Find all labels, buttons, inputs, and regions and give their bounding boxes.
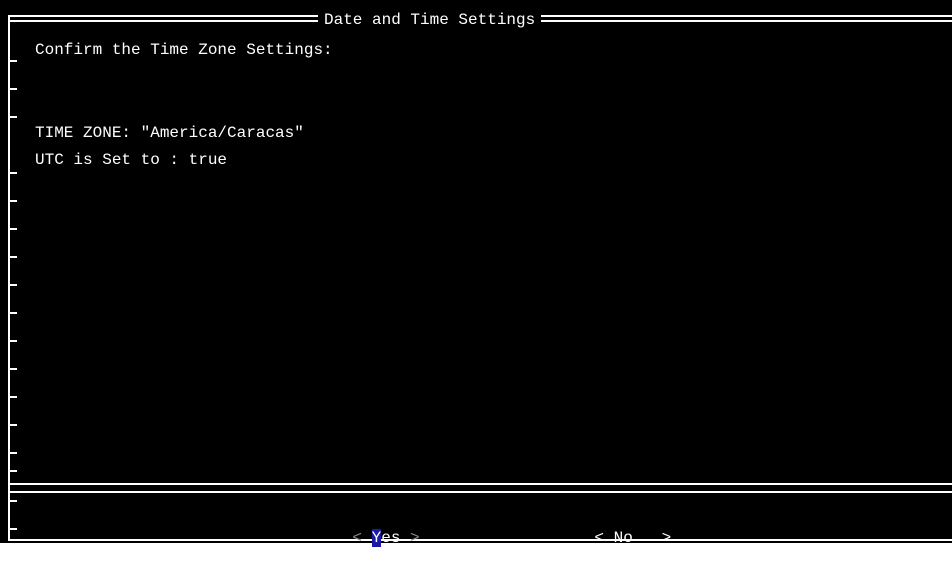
yes-button-close-bracket: > <box>400 529 420 547</box>
frame-left-line <box>8 15 10 541</box>
frame-tick <box>8 500 17 502</box>
frame-tick <box>8 528 17 530</box>
time-zone-value: TIME ZONE: "America/Caracas" <box>35 124 304 142</box>
frame-tick <box>8 228 17 230</box>
frame-tick <box>8 116 17 118</box>
button-area-separator-inner <box>8 491 952 493</box>
no-button-label: o <box>623 529 653 547</box>
no-button-close-bracket: > <box>652 529 672 547</box>
frame-tick <box>8 368 17 370</box>
dialog-title: Date and Time Settings <box>318 10 542 30</box>
yes-button-hotkey: Y <box>371 529 382 547</box>
frame-tick <box>8 200 17 202</box>
frame-tick <box>8 88 17 90</box>
no-button-open-bracket: < <box>594 529 614 547</box>
utc-setting-value: UTC is Set to : true <box>35 151 228 169</box>
frame-tick <box>8 60 17 62</box>
frame-tick <box>8 424 17 426</box>
frame-tick <box>8 470 17 472</box>
yes-button[interactable]: < Yes > <box>314 505 420 547</box>
frame-tick <box>8 312 17 314</box>
frame-tick <box>8 172 17 174</box>
frame-tick <box>8 452 17 454</box>
no-button[interactable]: < No > <box>556 505 671 547</box>
yes-button-open-bracket: < <box>352 529 372 547</box>
button-area-separator <box>8 483 952 485</box>
yes-button-label: es <box>381 529 401 547</box>
frame-tick <box>8 340 17 342</box>
frame-tick <box>8 256 17 258</box>
terminal-screen: Date and Time Settings Confirm the Time … <box>0 0 952 547</box>
frame-bottom-line <box>8 539 952 541</box>
confirm-prompt: Confirm the Time Zone Settings: <box>35 41 333 59</box>
frame-tick <box>8 396 17 398</box>
frame-tick <box>8 284 17 286</box>
no-button-hotkey: N <box>613 529 624 547</box>
